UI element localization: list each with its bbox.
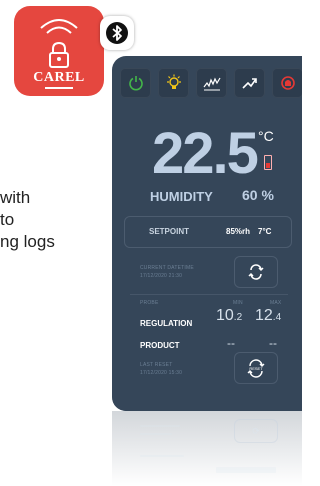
humidity-value: 60 % [242, 187, 274, 203]
last-reset-label: LAST RESET [140, 362, 173, 368]
product-max: -- [269, 336, 277, 350]
regulation-max: 12.4 [255, 307, 281, 325]
divider [130, 294, 288, 295]
wifi-icon [40, 19, 78, 34]
max-label: MAX [270, 300, 282, 306]
reflection-line [140, 425, 180, 427]
humidity-label: HUMIDITY [150, 189, 213, 204]
setpoint-label: SETPOINT [149, 227, 190, 236]
product-label: PRODUCT [140, 341, 180, 350]
reset-button[interactable]: RESET [234, 352, 278, 384]
chart-button[interactable] [196, 68, 227, 98]
chart-noise-icon [203, 77, 221, 91]
min-label: MIN [233, 300, 243, 306]
product-min: -- [227, 336, 235, 350]
side-description: with to ng logs [0, 187, 110, 253]
sync-icon [248, 264, 264, 280]
device-screen: 22.5 °C HUMIDITY 60 % SETPOINT 85%rh 7°C… [112, 56, 302, 411]
regulation-label: REGULATION [140, 319, 193, 328]
toolbar [120, 68, 302, 98]
alarm-icon [280, 76, 295, 90]
reflection-button: ⟳ [234, 419, 278, 443]
setpoint-button[interactable]: SETPOINT 85%rh 7°C [124, 216, 292, 248]
brand-underline [45, 87, 73, 89]
trend-button[interactable] [234, 68, 265, 98]
regulation-max-dec: .4 [272, 312, 282, 323]
setpoint-temperature: 7°C [258, 227, 272, 236]
battery-low-icon [264, 155, 272, 170]
light-button[interactable] [158, 68, 189, 98]
light-bulb-icon [166, 74, 181, 89]
regulation-min-dec: .2 [233, 312, 243, 323]
probe-label: PROBE [140, 300, 159, 306]
reflection-line [140, 455, 184, 457]
power-button[interactable] [120, 68, 151, 98]
bluetooth-icon [106, 22, 128, 44]
reflection-line [140, 433, 172, 435]
carel-app-icon[interactable]: CAREL [14, 6, 104, 96]
setpoint-humidity: 85%rh [226, 227, 251, 236]
lock-icon [49, 42, 69, 68]
current-datetime-label: CURRENT DATETIME [140, 265, 194, 271]
bluetooth-badge [100, 16, 134, 50]
temperature-unit: °C [258, 128, 274, 144]
alarm-button[interactable] [272, 68, 302, 98]
power-icon [128, 76, 143, 91]
brand-name: CAREL [33, 70, 85, 85]
regulation-min: 10.2 [216, 307, 242, 325]
temperature-value: 22.5 [152, 121, 259, 186]
regulation-max-int: 12 [255, 307, 273, 324]
last-reset-value: 17/12/2020 15:30 [140, 370, 183, 376]
sync-datetime-button[interactable] [234, 256, 278, 288]
side-text-line: ng logs [0, 232, 55, 251]
side-text-line: with [0, 188, 31, 207]
current-datetime-value: 17/12/2020 21:30 [140, 273, 183, 279]
device-reflection: ⟳ [112, 411, 302, 486]
trend-icon [241, 78, 257, 89]
reset-button-text: RESET [249, 366, 263, 371]
side-text-line: to [0, 210, 15, 229]
regulation-min-int: 10 [216, 307, 234, 324]
reset-icon: RESET [247, 359, 265, 378]
reflection-line [216, 467, 276, 473]
